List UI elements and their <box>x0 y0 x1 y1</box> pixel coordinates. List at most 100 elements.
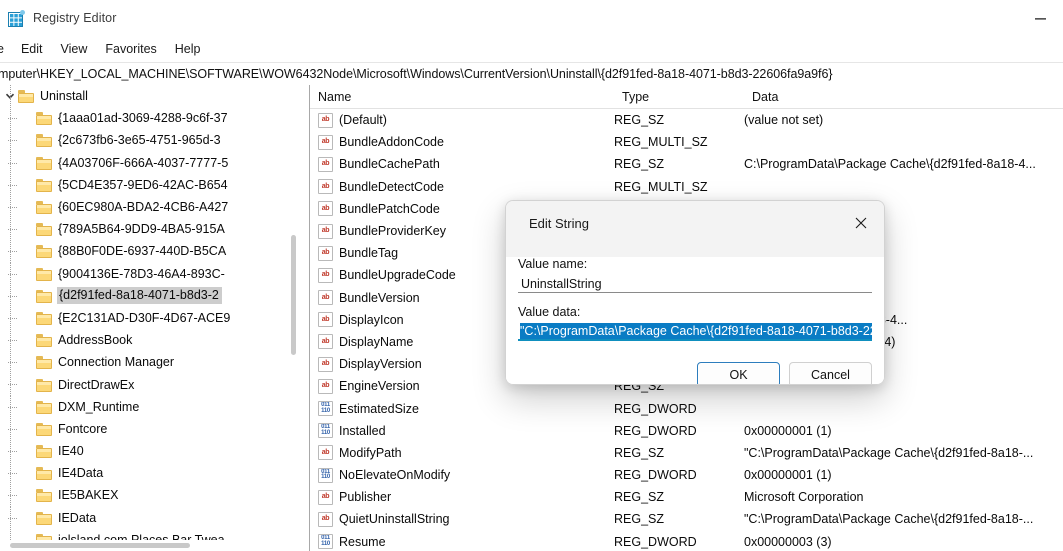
string-value-icon <box>318 334 333 350</box>
tree-item-2c673fb6-3e65-4751-965d-3[interactable]: {2c673fb6-3e65-4751-965d-3 <box>0 129 310 152</box>
tree-vertical-scrollbar[interactable] <box>288 85 299 540</box>
value-name-text: QuietUninstallString <box>339 512 450 527</box>
dialog-close-button[interactable] <box>838 201 884 245</box>
chevron-right-icon[interactable] <box>20 307 36 329</box>
value-name-text: (Default) <box>339 113 387 128</box>
column-header-type[interactable]: Type <box>614 85 744 108</box>
tree-item-label: {4A03706F-666A-4037-7777-5 <box>58 155 229 170</box>
chevron-right-icon[interactable] <box>20 107 36 129</box>
tree-item-label: {1aaa01ad-3069-4288-9c6f-37 <box>58 111 228 126</box>
tree-item-ie5bakex[interactable]: IE5BAKEX <box>0 484 310 507</box>
chevron-right-icon[interactable] <box>20 440 36 462</box>
address-bar[interactable]: mputer\HKEY_LOCAL_MACHINE\SOFTWARE\WOW64… <box>0 62 1063 86</box>
tree-item-label: Connection Manager <box>58 355 175 370</box>
value-data-input[interactable]: "C:\ProgramData\Package Cache\{d2f91fed-… <box>518 322 872 341</box>
chevron-right-icon[interactable] <box>20 152 36 174</box>
tree-item-label: {88B0F0DE-6937-440D-B5CA <box>58 244 227 259</box>
folder-icon <box>36 466 53 481</box>
tree-item-ie4data[interactable]: IE4Data <box>0 462 310 485</box>
tree-item-label: {60EC980A-BDA2-4CB6-A427 <box>58 200 229 215</box>
folder-icon <box>36 289 53 303</box>
chevron-right-icon[interactable] <box>20 396 36 418</box>
menu-item-help[interactable]: Help <box>166 39 210 59</box>
string-value-icon <box>318 267 333 283</box>
folder-icon <box>18 89 35 104</box>
tree-item-789a5b64-9dd9-4ba5-915a[interactable]: {789A5B64-9DD9-4BA5-915A <box>0 218 310 241</box>
tree-item-dxm-runtime[interactable]: DXM_Runtime <box>0 395 310 418</box>
tree-item-iedata[interactable]: IEData <box>0 506 310 529</box>
tree-elbow-line <box>8 229 18 231</box>
tree-item-addressbook[interactable]: AddressBook <box>0 329 310 352</box>
table-row[interactable]: NoElevateOnModify REG_DWORD 0x00000001 (1) <box>310 464 1063 486</box>
tree-item-fontcore[interactable]: Fontcore <box>0 417 310 440</box>
value-name-text: EstimatedSize <box>339 401 419 416</box>
tree-item-connection-manager[interactable]: Connection Manager <box>0 351 310 374</box>
tree-elbow-line <box>8 118 18 120</box>
table-row[interactable]: Resume REG_DWORD 0x00000003 (3) <box>310 531 1063 551</box>
tree-item-label: DXM_Runtime <box>58 399 140 414</box>
table-row[interactable]: BundleAddonCode REG_MULTI_SZ <box>310 131 1063 153</box>
chevron-right-icon[interactable] <box>20 351 36 373</box>
tree-item-88b0f0de-6937-440d-b5ca[interactable]: {88B0F0DE-6937-440D-B5CA <box>0 240 310 263</box>
minimize-button[interactable] <box>1017 0 1063 36</box>
tree-item-9004136e-78d3-46a4-893c[interactable]: {9004136E-78D3-46A4-893C- <box>0 262 310 285</box>
value-name-text: BundleProviderKey <box>339 224 447 239</box>
tree-item-label: {2c673fb6-3e65-4751-965d-3 <box>58 133 221 148</box>
column-header-data[interactable]: Data <box>744 85 1034 108</box>
chevron-right-icon[interactable] <box>20 129 36 151</box>
column-header-name[interactable]: Name <box>310 85 614 108</box>
menu-item-file[interactable]: e <box>0 39 12 59</box>
cancel-button[interactable]: Cancel <box>789 362 872 384</box>
chevron-right-icon[interactable] <box>20 174 36 196</box>
string-value-icon <box>318 511 333 527</box>
chevron-right-icon[interactable] <box>20 507 36 529</box>
tree-item-ie40[interactable]: IE40 <box>0 440 310 463</box>
chevron-right-icon[interactable] <box>20 462 36 484</box>
string-value-icon <box>318 245 333 261</box>
tree-guide-line <box>10 85 11 108</box>
chevron-right-icon[interactable] <box>20 240 36 262</box>
folder-icon <box>36 333 53 348</box>
table-row[interactable]: Installed REG_DWORD 0x00000001 (1) <box>310 420 1063 442</box>
tree-item-d2f91fed-8a18-4071-b8d3-2[interactable]: {d2f91fed-8a18-4071-b8d3-2 <box>0 284 310 307</box>
tree-item-directdrawex[interactable]: DirectDrawEx <box>0 373 310 396</box>
tree-item-5cd4e357-9ed6-42ac-b654[interactable]: {5CD4E357-9ED6-42AC-B654 <box>0 173 310 196</box>
tree-item-e2c131ad-d30f-4d67-ace9[interactable]: {E2C131AD-D30F-4D67-ACE9 <box>0 306 310 330</box>
chevron-right-icon[interactable] <box>20 484 36 506</box>
tree-vertical-scrollbar-thumb[interactable] <box>291 235 296 355</box>
chevron-right-icon[interactable] <box>20 285 36 307</box>
value-name-text: NoElevateOnModify <box>339 468 451 483</box>
tree-item-1aaa01ad-3069-4288-9c6f-37[interactable]: {1aaa01ad-3069-4288-9c6f-37 <box>0 107 310 130</box>
value-data-cell: "C:\ProgramData\Package Cache\{d2f91fed-… <box>744 512 1034 527</box>
table-row[interactable]: (Default) REG_SZ (value not set) <box>310 109 1063 131</box>
table-row[interactable]: Publisher REG_SZ Microsoft Corporation <box>310 486 1063 508</box>
table-row[interactable]: QuietUninstallString REG_SZ "C:\ProgramDat… <box>310 508 1063 530</box>
tree-horizontal-scrollbar-thumb[interactable] <box>10 543 190 548</box>
menu-item-edit[interactable]: Edit <box>12 39 52 59</box>
table-row[interactable]: BundleDetectCode REG_MULTI_SZ <box>310 176 1063 198</box>
table-row[interactable]: EstimatedSize REG_DWORD <box>310 397 1063 419</box>
table-row[interactable]: BundleCachePath REG_SZ C:\ProgramData\Pack… <box>310 153 1063 175</box>
chevron-right-icon[interactable] <box>20 218 36 240</box>
chevron-right-icon[interactable] <box>20 373 36 395</box>
registry-tree-pane[interactable]: Uninstall {1aaa01ad-3069-4288-9c6f-37 {2c6… <box>0 85 310 551</box>
tree-item-60ec980a-bda2-4cb6-a427[interactable]: {60EC980A-BDA2-4CB6-A427 <box>0 195 310 219</box>
chevron-right-icon[interactable] <box>20 196 36 218</box>
menu-item-favorites[interactable]: Favorites <box>96 39 165 59</box>
value-data-cell: 0x00000003 (3) <box>744 534 832 549</box>
tree-item-uninstall[interactable]: Uninstall <box>0 85 310 108</box>
menu-item-view[interactable]: View <box>52 39 97 59</box>
tree-item-4a03706f-666a-4037-7777-5[interactable]: {4A03706F-666A-4037-7777-5 <box>0 151 310 174</box>
value-name-cell: BundleCachePath <box>310 156 614 172</box>
chevron-right-icon[interactable] <box>20 329 36 351</box>
table-row[interactable]: ModifyPath REG_SZ "C:\ProgramData\Package … <box>310 442 1063 464</box>
folder-icon <box>36 311 53 325</box>
ok-button[interactable]: OK <box>697 362 780 384</box>
tree-item-label: {d2f91fed-8a18-4071-b8d3-2 <box>57 287 222 305</box>
chevron-right-icon[interactable] <box>20 263 36 285</box>
value-data-cell: Microsoft Corporation <box>744 490 864 505</box>
tree-elbow-line <box>8 406 18 408</box>
value-name-input[interactable]: UninstallString <box>518 274 872 293</box>
chevron-right-icon[interactable] <box>20 418 36 440</box>
tree-horizontal-scrollbar[interactable] <box>0 540 300 551</box>
